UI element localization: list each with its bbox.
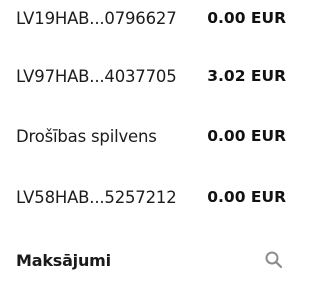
accounts-screen: LV19HAB...0796627 0.00 EUR LV97HAB...403… [0, 0, 300, 300]
account-row[interactable]: LV97HAB...4037705 3.02 EUR [16, 56, 286, 96]
search-button[interactable] [262, 248, 286, 272]
account-row[interactable]: LV58HAB...5257212 0.00 EUR [16, 177, 286, 217]
account-name: LV97HAB...4037705 [16, 66, 177, 86]
payments-title: Maksājumi [16, 250, 111, 270]
account-balance: 0.00 EUR [207, 188, 286, 206]
payments-header: Maksājumi [16, 240, 286, 280]
account-name: LV58HAB...5257212 [16, 187, 177, 207]
account-row[interactable]: Drošības spilvens 0.00 EUR [16, 116, 286, 156]
account-balance: 0.00 EUR [207, 127, 286, 145]
account-name: Drošības spilvens [16, 126, 157, 146]
account-name: LV19HAB...0796627 [16, 8, 177, 28]
account-balance: 0.00 EUR [207, 9, 286, 27]
search-icon [265, 251, 283, 269]
account-balance: 3.02 EUR [207, 67, 286, 85]
account-row[interactable]: LV19HAB...0796627 0.00 EUR [16, 0, 286, 38]
